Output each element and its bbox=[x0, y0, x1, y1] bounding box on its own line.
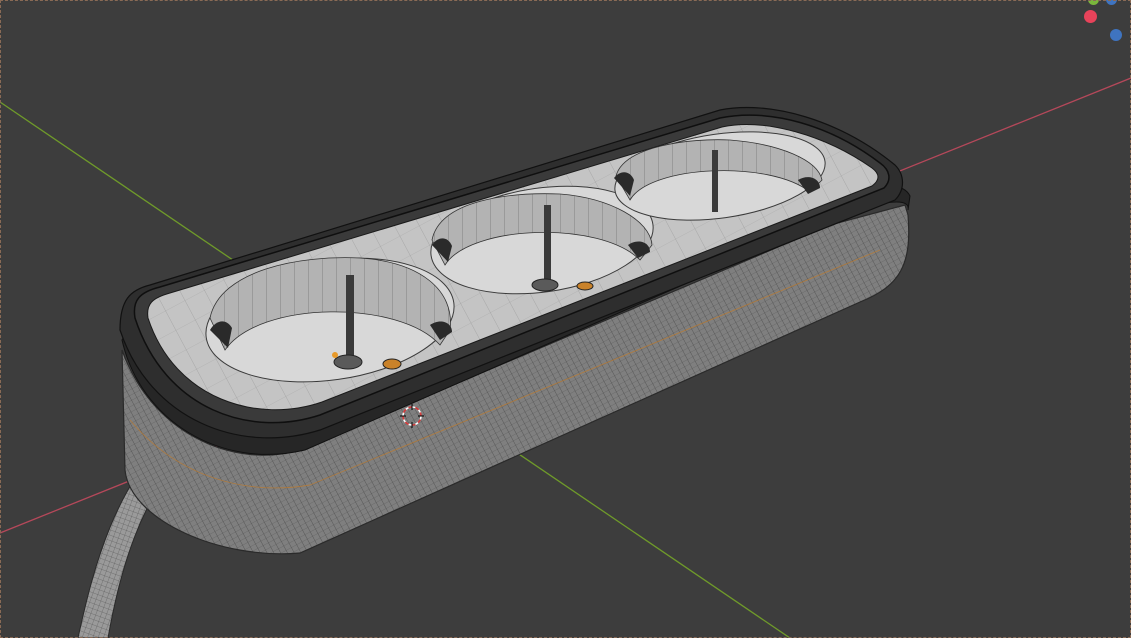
gizmo-y-icon[interactable] bbox=[1088, 0, 1099, 5]
navigation-gizmo[interactable] bbox=[1070, 0, 1131, 50]
gizmo-z-icon[interactable] bbox=[1110, 29, 1122, 41]
3d-viewport[interactable] bbox=[0, 0, 1131, 638]
gizmo-z-top-icon[interactable] bbox=[1106, 0, 1117, 5]
scene-render[interactable] bbox=[0, 0, 1131, 638]
gizmo-x-icon[interactable] bbox=[1084, 10, 1097, 23]
